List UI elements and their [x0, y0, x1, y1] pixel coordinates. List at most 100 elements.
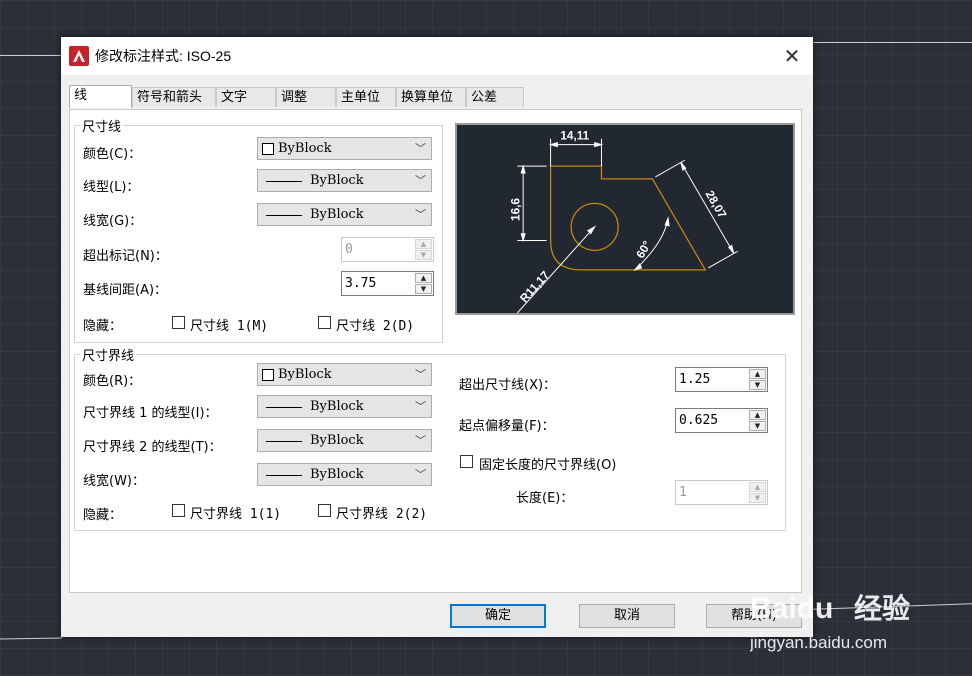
- extend-beyond-value: 1.25: [679, 372, 711, 387]
- spin-down-icon[interactable]: ▼: [749, 421, 766, 431]
- extension-lines-group-title: 尺寸界线: [80, 345, 137, 364]
- suppress-dim-line-2-checkbox[interactable]: [318, 316, 331, 329]
- offset-origin-spinner[interactable]: 0.625 ▲ ▼: [675, 408, 768, 433]
- spin-down-icon[interactable]: ▼: [749, 493, 766, 503]
- suppress-ext-line-2-checkbox[interactable]: [318, 504, 331, 517]
- spin-down-icon[interactable]: ▼: [415, 250, 432, 260]
- tab-text[interactable]: 文字: [216, 87, 276, 107]
- suppress-ext-line-2-label: 尺寸界线 2(2): [336, 507, 428, 522]
- linetype-sample: [266, 407, 302, 408]
- preview-dim-slant: 28,07: [703, 189, 729, 221]
- dim-suppress-label: 隐藏：: [83, 319, 123, 334]
- baseline-spacing-label: 基线间距(A)：: [83, 283, 168, 298]
- watermark-brand: Baidu: [750, 592, 833, 625]
- chevron-down-icon: ﹀: [415, 434, 426, 447]
- autocad-logo-icon: [69, 46, 89, 66]
- dim-lineweight-value: ByBlock: [310, 207, 364, 222]
- ext-linetype2-label: 尺寸界线 2 的线型(T)：: [83, 440, 222, 455]
- chevron-down-icon: ﹀: [415, 142, 426, 155]
- dimension-style-preview: 14,11 16,6 28,07 60° R11,17: [455, 123, 795, 315]
- linetype-sample: [266, 441, 302, 442]
- dim-lineweight-select[interactable]: ByBlock ﹀: [257, 203, 432, 226]
- ext-linetype2-value: ByBlock: [310, 433, 364, 448]
- canvas-line: [812, 42, 972, 43]
- tab-panel-lines: 尺寸线 颜色(C)： ByBlock ﹀ 线型(L)： ByBlock ﹀ 线宽…: [69, 109, 802, 593]
- dim-color-select[interactable]: ByBlock ﹀: [257, 137, 432, 160]
- extend-beyond-label: 超出尺寸线(X)：: [459, 378, 557, 393]
- spin-down-icon[interactable]: ▼: [415, 284, 432, 294]
- baseline-spacing-spinner[interactable]: 3.75 ▲ ▼: [341, 271, 434, 296]
- color-swatch: [262, 369, 274, 381]
- dim-color-value: ByBlock: [278, 141, 332, 156]
- ok-button[interactable]: 确定: [450, 604, 546, 628]
- ext-linetype1-select[interactable]: ByBlock ﹀: [257, 395, 432, 418]
- preview-dim-left: 16,6: [509, 198, 522, 221]
- suppress-ext-line-1-checkbox[interactable]: [172, 504, 185, 517]
- tab-fit[interactable]: 调整: [276, 87, 336, 107]
- dim-linetype-value: ByBlock: [310, 173, 364, 188]
- baseline-spacing-value: 3.75: [345, 276, 377, 291]
- spin-down-icon[interactable]: ▼: [749, 380, 766, 390]
- extend-ticks-label: 超出标记(N)：: [83, 249, 168, 264]
- ext-color-label: 颜色(R)：: [83, 374, 142, 389]
- tab-symbols-arrows[interactable]: 符号和箭头: [132, 87, 216, 107]
- fixed-length-value: 1: [679, 485, 687, 500]
- baidu-jingyan-watermark: Baidu 经验 jingyan.baidu.com: [750, 592, 910, 652]
- suppress-dim-line-1-label: 尺寸线 1(M): [190, 319, 269, 334]
- dimension-lines-group-title: 尺寸线: [80, 116, 124, 135]
- spin-up-icon[interactable]: ▲: [415, 239, 432, 249]
- ext-linetype2-select[interactable]: ByBlock ﹀: [257, 429, 432, 452]
- extend-beyond-spinner[interactable]: 1.25 ▲ ▼: [675, 367, 768, 392]
- preview-radius: R11,17: [518, 268, 553, 305]
- chevron-down-icon: ﹀: [415, 400, 426, 413]
- chevron-down-icon: ﹀: [415, 208, 426, 221]
- watermark-product: 经验: [854, 592, 910, 625]
- ext-color-select[interactable]: ByBlock ﹀: [257, 363, 432, 386]
- extend-ticks-value: 0: [345, 242, 353, 257]
- suppress-dim-line-2-label: 尺寸线 2(D): [336, 319, 415, 334]
- ext-linetype1-label: 尺寸界线 1 的线型(I)：: [83, 406, 218, 421]
- color-swatch: [262, 143, 274, 155]
- watermark-url: jingyan.baidu.com: [750, 633, 887, 652]
- ext-lineweight-label: 线宽(W)：: [83, 474, 145, 489]
- suppress-dim-line-1-checkbox[interactable]: [172, 316, 185, 329]
- tab-alternate-units[interactable]: 换算单位: [396, 87, 466, 107]
- spin-up-icon[interactable]: ▲: [749, 369, 766, 379]
- offset-origin-label: 起点偏移量(F)：: [459, 419, 555, 434]
- lineweight-sample: [266, 215, 302, 216]
- fixed-length-label: 固定长度的尺寸界线(O): [479, 458, 617, 473]
- extend-ticks-spinner[interactable]: 0 ▲ ▼: [341, 237, 434, 262]
- tab-tolerances[interactable]: 公差: [466, 87, 524, 107]
- window-title: 修改标注样式: ISO-25: [95, 48, 232, 64]
- cancel-button[interactable]: 取消: [579, 604, 675, 628]
- tab-lines[interactable]: 线: [69, 85, 132, 108]
- title-bar[interactable]: 修改标注样式: ISO-25 ✕: [61, 37, 813, 75]
- ext-lineweight-value: ByBlock: [310, 467, 364, 482]
- spin-up-icon[interactable]: ▲: [749, 482, 766, 492]
- ext-lineweight-select[interactable]: ByBlock ﹀: [257, 463, 432, 486]
- offset-origin-value: 0.625: [679, 413, 719, 428]
- dim-color-label: 颜色(C)：: [83, 147, 142, 162]
- close-button[interactable]: ✕: [777, 41, 807, 71]
- spin-up-icon[interactable]: ▲: [415, 273, 432, 283]
- dim-linetype-select[interactable]: ByBlock ﹀: [257, 169, 432, 192]
- modify-dimension-style-dialog: 修改标注样式: ISO-25 ✕ 线 符号和箭头 文字 调整 主单位 换算单位 …: [61, 37, 813, 637]
- fixed-length-spinner[interactable]: 1 ▲ ▼: [675, 480, 768, 505]
- suppress-ext-line-1-label: 尺寸界线 1(1): [190, 507, 282, 522]
- ext-linetype1-value: ByBlock: [310, 399, 364, 414]
- canvas-line: [0, 55, 62, 56]
- dim-lineweight-label: 线宽(G)：: [83, 214, 143, 229]
- linetype-sample: [266, 181, 302, 182]
- tab-primary-units[interactable]: 主单位: [336, 87, 396, 107]
- dim-linetype-label: 线型(L)：: [83, 180, 140, 195]
- chevron-down-icon: ﹀: [415, 174, 426, 187]
- chevron-down-icon: ﹀: [415, 468, 426, 481]
- fixed-length-value-label: 长度(E)：: [516, 491, 574, 506]
- preview-angle: 60°: [634, 238, 654, 260]
- fixed-length-checkbox[interactable]: [460, 455, 473, 468]
- ext-suppress-label: 隐藏：: [83, 508, 123, 523]
- preview-dim-top: 14,11: [560, 130, 589, 143]
- spin-up-icon[interactable]: ▲: [749, 410, 766, 420]
- ext-color-value: ByBlock: [278, 367, 332, 382]
- lineweight-sample: [266, 475, 302, 476]
